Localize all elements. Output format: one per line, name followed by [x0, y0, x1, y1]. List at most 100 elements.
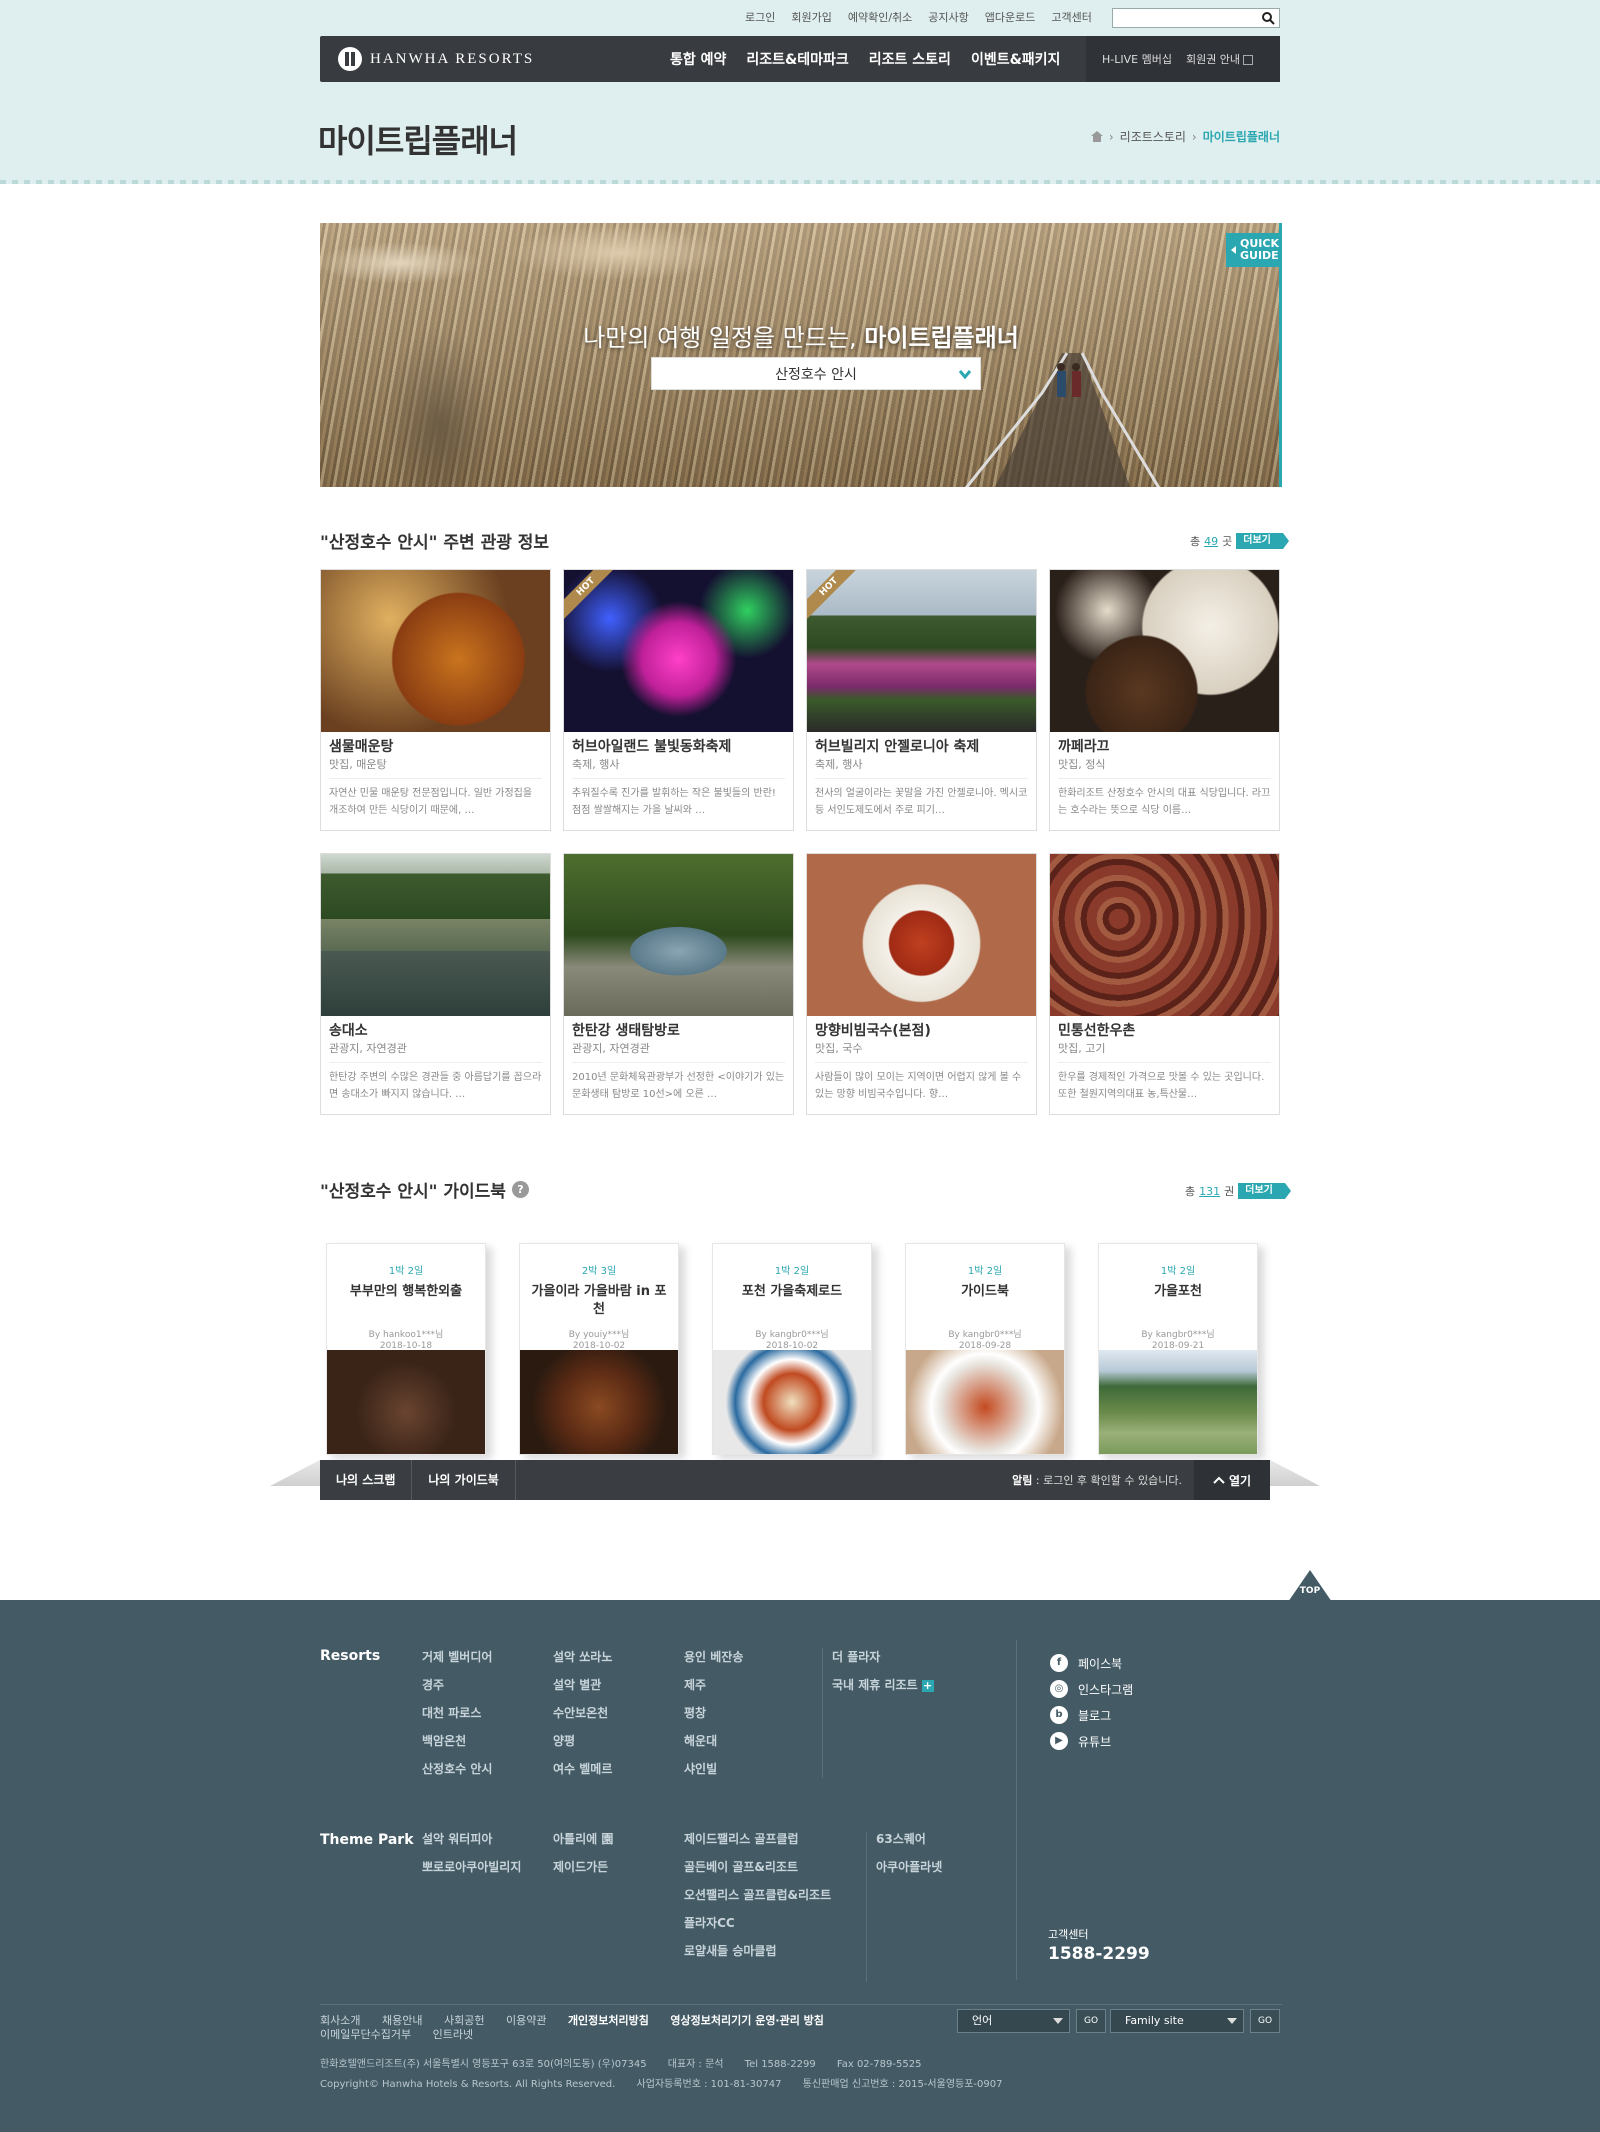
footer-link[interactable]: 대천 파로스 [422, 1699, 492, 1727]
family-site-select-value: Family site [1125, 2014, 1184, 2027]
menu-resort-story[interactable]: 리조트 스토리 [869, 49, 951, 69]
back-to-top-button[interactable]: TOP [1288, 1570, 1332, 1602]
footer-link[interactable]: 용인 베잔송 [684, 1643, 743, 1671]
footer-link[interactable]: 산정호수 안시 [422, 1755, 492, 1783]
footer-link-privacy[interactable]: 개인정보처리방침 [568, 2014, 649, 2027]
resort-select[interactable]: 산정호수 안시 [651, 357, 981, 390]
guidebook-author: By hankoo1***님 [368, 1330, 444, 1340]
guidebook-card[interactable]: 1박 2일 가을포천 By kangbr0***님 2018-09-21 [1098, 1243, 1258, 1455]
tab-my-scrap[interactable]: 나의 스크랩 [320, 1460, 413, 1500]
guidebook-card[interactable]: 1박 2일 포천 가을축제로드 By kangbr0***님 2018-10-0… [712, 1243, 872, 1455]
guidebook-more-button[interactable]: 더보기 [1238, 1183, 1291, 1199]
attraction-card[interactable]: HOT 허브아일랜드 불빛동화축제 축제, 행사 추워질수록 진가를 발휘하는 … [563, 569, 794, 831]
guidebook-list: 1박 2일 부부만의 행복한외출 By hankoo1***님 2018-10-… [326, 1243, 1258, 1455]
footer-link[interactable]: 경주 [422, 1671, 492, 1699]
footer-link[interactable]: 수안보온천 [553, 1699, 612, 1727]
attraction-card[interactable]: HOT 허브빌리지 안젤로니아 축제 축제, 행사 천사의 얼굴이라는 꽃말을 … [806, 569, 1037, 831]
blog-link[interactable]: b 블로그 [1050, 1702, 1133, 1728]
company-info: 한화호텔앤드리조트(주) 서울특별시 영등포구 63로 50(여의도동) (우)… [320, 2055, 1020, 2095]
footer-theme-col-4: 63스퀘어 아쿠아플라넷 [876, 1825, 942, 1881]
brand-logo-icon [338, 47, 362, 71]
footer-link[interactable]: 설악 별관 [553, 1671, 612, 1699]
guidebook-card[interactable]: 1박 2일 부부만의 행복한외출 By hankoo1***님 2018-10-… [326, 1243, 486, 1455]
notice-link[interactable]: 공지사항 [928, 10, 968, 26]
brand-logo[interactable]: HANWHA RESORTS [338, 47, 534, 71]
youtube-link[interactable]: ▶ 유튜브 [1050, 1728, 1133, 1754]
home-icon[interactable] [1090, 131, 1103, 142]
count-number[interactable]: 131 [1199, 1185, 1220, 1198]
help-icon[interactable]: ? [511, 1181, 529, 1198]
menu-event-package[interactable]: 이벤트&패키지 [971, 49, 1061, 69]
attraction-card[interactable]: 까페라끄 맛집, 정식 한화리조트 산정호수 안시의 대표 식당입니다. 라끄는… [1049, 569, 1280, 831]
footer-link-label: 국내 제휴 리조트 [832, 1678, 918, 1692]
shelf-notice: 알림 : 로그인 후 확인할 수 있습니다. [1012, 1472, 1194, 1488]
footer-link[interactable]: 설악 워터피아 [422, 1825, 521, 1853]
attractions-more-button[interactable]: 더보기 [1236, 533, 1289, 549]
footer-link[interactable]: 백암온천 [422, 1727, 492, 1755]
footer-link[interactable]: 뽀로로아쿠아빌리지 [422, 1853, 521, 1881]
guidebook-duration: 1박 2일 [967, 1266, 1003, 1277]
guidebook-card[interactable]: 2박 3일 가을이라 가을바람 in 포천 By youiy***님 2018-… [519, 1243, 679, 1455]
count-number[interactable]: 49 [1204, 535, 1218, 548]
footer-link-email-refusal[interactable]: 이메일무단수집거부 [320, 2028, 411, 2041]
footer-link[interactable]: 국내 제휴 리조트 + [832, 1671, 934, 1699]
footer-link[interactable]: 오션팰리스 골프클럽&리조트 [684, 1881, 831, 1909]
footer-link[interactable]: 63스퀘어 [876, 1825, 942, 1853]
attraction-description: 사람들이 많이 모이는 지역이면 어렵지 않게 볼 수 있는 망향 비빔국수입니… [815, 1062, 1028, 1110]
language-go-button[interactable]: GO [1076, 2009, 1106, 2033]
footer-link[interactable]: 제이드팰리스 골프클럽 [684, 1825, 831, 1853]
footer-link[interactable]: 더 플라자 [832, 1643, 934, 1671]
resort-select-value: 산정호수 안시 [775, 366, 857, 383]
membership-link[interactable]: H-LIVE 멤버십 [1102, 51, 1172, 67]
family-site-select[interactable]: Family site [1110, 2009, 1244, 2033]
instagram-link[interactable]: ◎ 인스타그램 [1050, 1676, 1133, 1702]
search-input[interactable] [1113, 12, 1253, 30]
app-download-link[interactable]: 앱다운로드 [985, 10, 1036, 26]
shelf-open-button[interactable]: 열기 [1194, 1460, 1270, 1500]
footer-link[interactable]: 해운대 [684, 1727, 743, 1755]
footer-link[interactable]: 여수 벨메르 [553, 1755, 612, 1783]
signup-link[interactable]: 회원가입 [791, 10, 831, 26]
customer-center-link[interactable]: 고객센터 [1051, 10, 1091, 26]
footer-link[interactable]: 로얄새들 승마클럽 [684, 1937, 831, 1965]
footer-link[interactable]: 제주 [684, 1671, 743, 1699]
footer-resorts-col-4: 더 플라자 국내 제휴 리조트 + [832, 1643, 934, 1699]
menu-resort-themepark[interactable]: 리조트&테마파크 [746, 49, 848, 69]
footer-link[interactable]: 평창 [684, 1699, 743, 1727]
tab-my-guidebook[interactable]: 나의 가이드북 [412, 1460, 516, 1500]
attraction-card[interactable]: 망향비빔국수(본점) 맛집, 국수 사람들이 많이 모이는 지역이면 어렵지 않… [806, 853, 1037, 1115]
footer-link-careers[interactable]: 채용안내 [382, 2014, 422, 2027]
membership-info-link[interactable]: 회원권 안내 [1186, 51, 1254, 67]
guidebook-count: 총 131 권 더보기 [1185, 1183, 1291, 1199]
footer-link-intranet[interactable]: 인트라넷 [433, 2028, 473, 2041]
menu-reservation[interactable]: 통합 예약 [670, 49, 726, 69]
footer-link-about[interactable]: 회사소개 [320, 2014, 360, 2027]
footer-link[interactable]: 설악 쏘라노 [553, 1643, 612, 1671]
business-number: 사업자등록번호 : 101-81-30747 [636, 2079, 782, 2090]
attraction-card[interactable]: 한탄강 생태탐방로 관광지, 자연경관 2010년 문화체육관광부가 선정한 <… [563, 853, 794, 1115]
footer-link[interactable]: 아틀리에 園 [553, 1825, 613, 1853]
footer-link-terms[interactable]: 이용약관 [506, 2014, 546, 2027]
footer-link-cctv-policy[interactable]: 영상정보처리기기 운영·관리 방침 [670, 2014, 824, 2027]
footer-link-csr[interactable]: 사회공헌 [444, 2014, 484, 2027]
footer-link[interactable]: 양평 [553, 1727, 612, 1755]
guidebook-card[interactable]: 1박 2일 가이드북 By kangbr0***님 2018-09-28 [905, 1243, 1065, 1455]
login-link[interactable]: 로그인 [745, 10, 775, 26]
breadcrumb-item[interactable]: 리조트스토리 [1120, 128, 1186, 145]
family-site-go-button[interactable]: GO [1250, 2009, 1280, 2033]
footer-link[interactable]: 제이드가든 [553, 1853, 613, 1881]
attraction-card[interactable]: 송대소 관광지, 자연경관 한탄강 주변의 수많은 경관들 중 아름답기를 꼽으… [320, 853, 551, 1115]
footer-link[interactable]: 플라자CC [684, 1909, 831, 1937]
footer-link[interactable]: 골든베이 골프&리조트 [684, 1853, 831, 1881]
footer-link[interactable]: 샤인빌 [684, 1755, 743, 1783]
attraction-card[interactable]: 샘물매운탕 맛집, 매운탕 자연산 민물 매운탕 전문점입니다. 일반 가정집을… [320, 569, 551, 831]
reservation-check-link[interactable]: 예약확인/취소 [848, 10, 912, 26]
quick-guide-button[interactable]: QUICK GUIDE [1226, 233, 1282, 267]
facebook-link[interactable]: f 페이스북 [1050, 1650, 1133, 1676]
attraction-card[interactable]: 민통선한우촌 맛집, 고기 한우를 경제적인 가격으로 맛볼 수 있는 곳입니다… [1049, 853, 1280, 1115]
blog-icon: b [1050, 1706, 1068, 1724]
footer-link[interactable]: 아쿠아플라넷 [876, 1853, 942, 1881]
footer-link[interactable]: 거제 벨버디어 [422, 1643, 492, 1671]
language-select[interactable]: 언어 [957, 2009, 1070, 2033]
search-icon[interactable] [1261, 11, 1275, 25]
